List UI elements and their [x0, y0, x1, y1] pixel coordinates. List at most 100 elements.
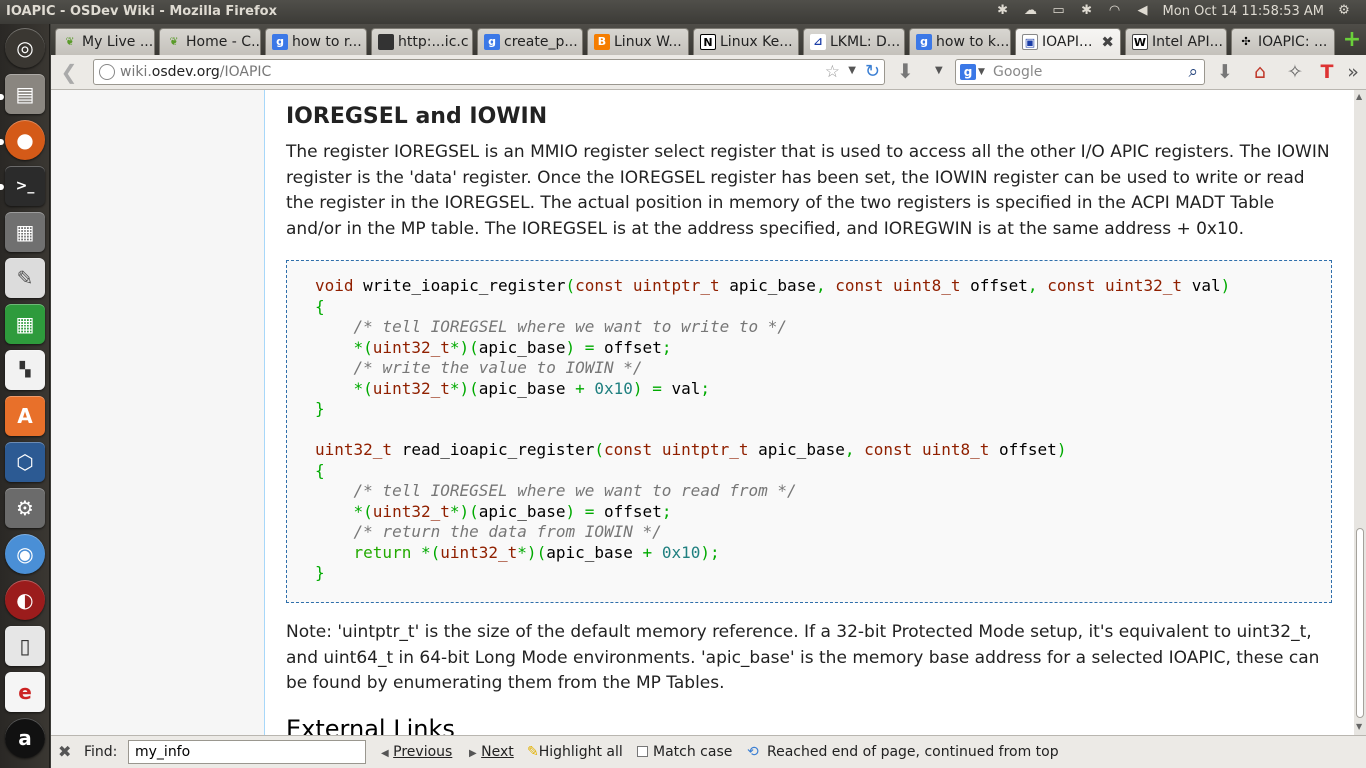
tab-4[interactable]: g create_p...	[477, 28, 583, 55]
highlight-all-label: Highlight all	[538, 744, 623, 760]
ubuntu-dash-icon[interactable]: ◎	[5, 28, 45, 68]
lkml-icon: ⊿	[810, 34, 826, 50]
tab-11[interactable]: ✣ IOAPIC: ...	[1231, 28, 1335, 55]
previous-arrow-icon: ◀	[381, 748, 389, 759]
osdev-icon: ▣	[1022, 34, 1038, 50]
software-center-icon[interactable]: A	[5, 396, 45, 436]
addon-icon[interactable]: ✧	[1283, 59, 1307, 85]
paragraph-ioregsel: The register IOREGSEL is an MMIO registe…	[286, 142, 1330, 239]
find-next-button[interactable]: ▶ Next	[469, 744, 514, 760]
addon-t-icon[interactable]: T	[1315, 59, 1339, 85]
back-button[interactable]: ❮	[56, 60, 82, 86]
home-icon[interactable]: ⌂	[1248, 59, 1272, 85]
files-icon[interactable]: ▤	[5, 74, 45, 114]
find-status: Reached end of page, continued from top	[767, 744, 1059, 760]
tab-label: Linux Ke...	[720, 34, 793, 50]
scroll-down-icon[interactable]: ▼	[1356, 722, 1362, 731]
calculator-icon[interactable]: ▦	[5, 212, 45, 252]
scrollbar-thumb[interactable]	[1356, 528, 1364, 718]
power-icon[interactable]: ⚙	[1336, 3, 1352, 19]
n-icon: N	[700, 34, 716, 50]
scroll-up-icon[interactable]: ▲	[1356, 92, 1362, 101]
tab-3[interactable]: http:...ic.c	[371, 28, 473, 55]
highlighter-icon: ✎	[527, 744, 539, 760]
match-case-checkbox[interactable]	[637, 746, 648, 757]
tab-0[interactable]: ❦ My Live ...	[55, 28, 155, 55]
page-scrollbar[interactable]: ▲ ▼	[1354, 90, 1366, 735]
wiki-sidebar	[51, 90, 265, 735]
google-icon: g	[484, 34, 500, 50]
bluetooth-icon-2[interactable]: ✱	[1079, 3, 1095, 19]
close-tab-icon[interactable]: ✖	[1101, 33, 1114, 51]
page-content: IOREGSEL and IOWIN The register IOREGSEL…	[51, 90, 1366, 735]
downloads-arrow-icon[interactable]: ⬇	[1213, 59, 1237, 85]
tab-label: IOAPI...	[1042, 34, 1093, 50]
tab-9-active[interactable]: ▣ IOAPI... ✖	[1015, 28, 1121, 55]
window-title: IOAPIC - OSDev Wiki - Mozilla Firefox	[6, 4, 277, 19]
app-a-icon[interactable]: a	[5, 718, 45, 758]
tab-bar: ❦ My Live ... ❦ Home - C... g how to r..…	[51, 24, 1366, 55]
app-red-icon[interactable]: ◐	[5, 580, 45, 620]
tab-label: create_p...	[504, 34, 578, 50]
find-label: Find:	[84, 744, 118, 760]
settings-icon[interactable]: ⚙	[5, 488, 45, 528]
blogger-icon: B	[594, 34, 610, 50]
close-findbar-icon[interactable]: ✖	[58, 742, 71, 761]
leaf-icon: ❦	[169, 35, 179, 48]
text-editor-icon[interactable]: ✎	[5, 258, 45, 298]
tab-1[interactable]: ❦ Home - C...	[159, 28, 261, 55]
tab-2[interactable]: g how to r...	[265, 28, 367, 55]
article: IOREGSEL and IOWIN The register IOREGSEL…	[286, 90, 1336, 735]
find-input[interactable]	[128, 740, 366, 764]
tab-8[interactable]: g how to k...	[909, 28, 1011, 55]
reload-icon[interactable]: ↻	[865, 61, 880, 82]
google-icon: g	[916, 34, 932, 50]
tab-6[interactable]: N Linux Ke...	[693, 28, 799, 55]
chromium-icon[interactable]: ◉	[5, 534, 45, 574]
tab-10[interactable]: W Intel API...	[1125, 28, 1227, 55]
url-bar[interactable]: wiki.osdev.org/IOAPIC ☆ ▼ ↻	[93, 59, 885, 85]
firefox-icon[interactable]: ●	[5, 120, 45, 160]
bluetooth-icon[interactable]: ✱	[995, 3, 1011, 19]
top-panel: IOAPIC - OSDev Wiki - Mozilla Firefox ✱ …	[0, 0, 1366, 24]
highlight-all-button[interactable]: ✎Highlight all	[527, 744, 623, 760]
download-dropdown-icon[interactable]: ▼	[935, 65, 943, 76]
match-case-label[interactable]: Match case	[653, 744, 732, 760]
menu-chevron-icon[interactable]: »	[1341, 59, 1365, 85]
search-bar[interactable]: g ▼ Google ⌕	[955, 59, 1205, 85]
download-icon[interactable]: ⬇	[897, 59, 914, 83]
battery-icon[interactable]: ▭	[1051, 3, 1067, 19]
tab-7[interactable]: ⊿ LKML: D...	[803, 28, 905, 55]
engine-dropdown-icon[interactable]: ▼	[978, 67, 985, 77]
bookmark-star-icon[interactable]: ☆	[825, 62, 840, 82]
page-icon	[378, 34, 394, 50]
tab-5[interactable]: B Linux W...	[587, 28, 689, 55]
tab-label: how to k...	[936, 34, 1010, 50]
code-text: void write_ioapic_register(const uintptr…	[315, 276, 1231, 582]
workspace-switcher-icon[interactable]: ▚	[5, 350, 45, 390]
google-engine-icon[interactable]: g	[960, 64, 976, 80]
tab-label: how to r...	[292, 34, 362, 50]
paragraph-note: Note: 'uintptr_t' is the size of the def…	[286, 622, 1320, 693]
wifi-icon[interactable]: ◠	[1107, 3, 1123, 19]
search-icon[interactable]: ⌕	[1188, 62, 1198, 82]
next-label: Next	[481, 744, 514, 760]
history-dropdown-icon[interactable]: ▼	[848, 65, 856, 76]
url-text: wiki.osdev.org/IOAPIC	[120, 64, 272, 80]
new-tab-button[interactable]: +	[1341, 29, 1363, 52]
find-previous-button[interactable]: ◀ Previous	[381, 744, 452, 760]
virtualbox-icon[interactable]: ⬡	[5, 442, 45, 482]
app-e-icon[interactable]: e	[5, 672, 45, 712]
wikipedia-icon: W	[1132, 34, 1148, 50]
document-viewer-icon[interactable]: ▯	[5, 626, 45, 666]
spreadsheet-icon[interactable]: ▦	[5, 304, 45, 344]
tab-label: My Live ...	[82, 34, 154, 50]
tab-label: LKML: D...	[830, 34, 901, 50]
clock[interactable]: Mon Oct 14 11:58:53 AM	[1163, 4, 1324, 19]
code-block: void write_ioapic_register(const uintptr…	[286, 260, 1332, 603]
next-arrow-icon: ▶	[469, 748, 477, 759]
volume-icon[interactable]: ◀	[1135, 3, 1151, 19]
tab-label: Linux W...	[614, 34, 682, 50]
terminal-icon[interactable]: >_	[5, 166, 45, 206]
cloud-icon[interactable]: ☁	[1023, 3, 1039, 19]
